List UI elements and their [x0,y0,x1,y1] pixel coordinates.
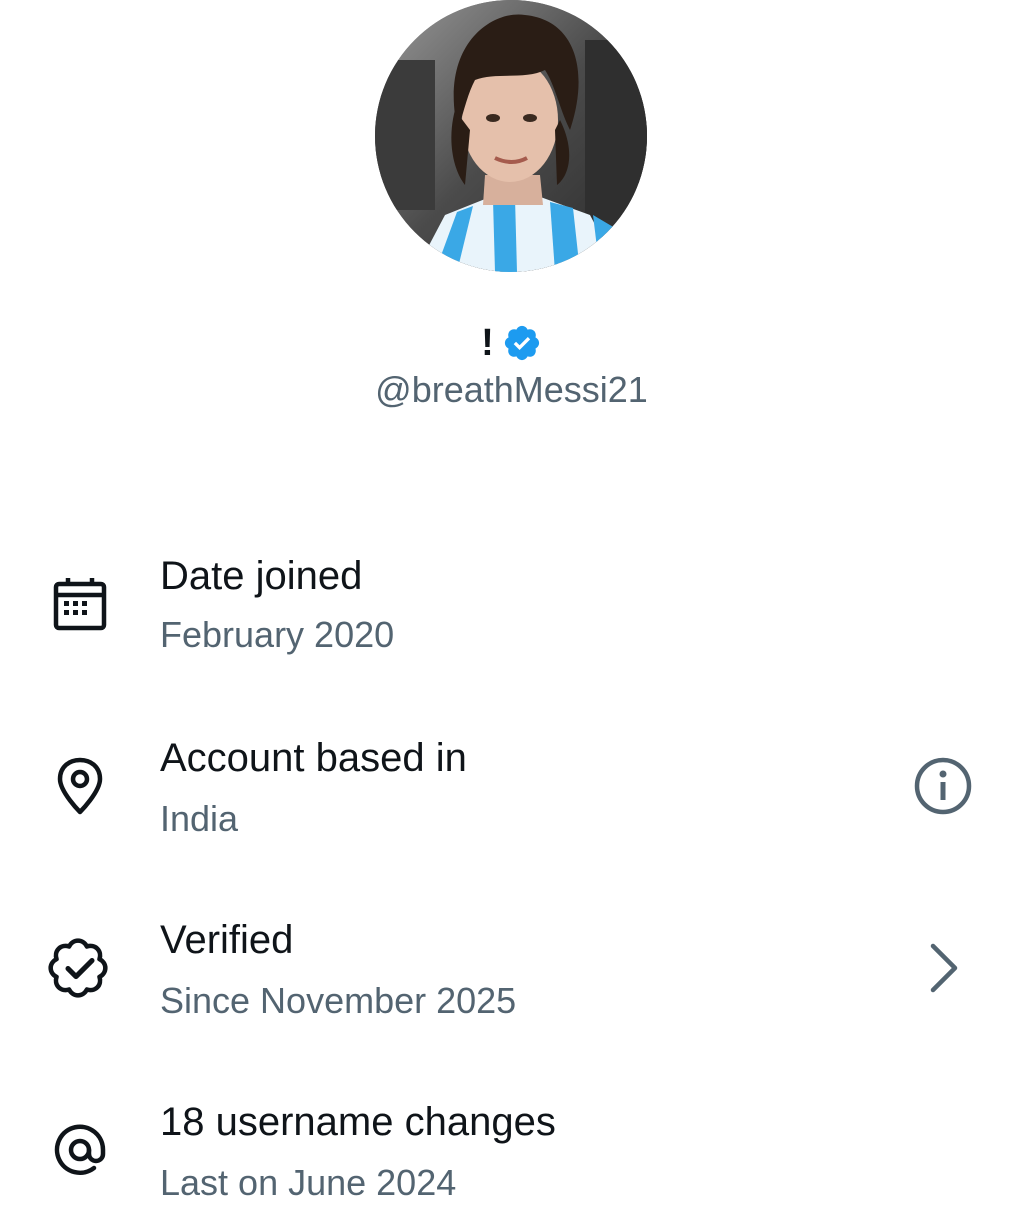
about-item-date-joined: Date joined February 2020 [0,540,1023,670]
about-item-subtitle: Since November 2025 [160,980,517,1021]
info-icon[interactable] [911,754,975,818]
about-item-verified[interactable]: Verified Since November 2025 [0,904,1023,1034]
at-sign-icon [48,1118,112,1182]
about-item-subtitle: India [160,798,239,839]
about-item-username-changes: 18 username changes Last on June 2024 [0,1086,1023,1216]
about-item-title: Verified [160,918,294,962]
about-item-title: Account based in [160,736,467,780]
username-handle: @breathMessi21 [375,369,648,410]
verified-badge-icon[interactable] [502,323,542,363]
about-item-account-based-in: Account based in India [0,722,1023,852]
chevron-right-icon[interactable] [911,936,975,1000]
location-pin-icon [48,754,112,818]
about-item-subtitle: Last on June 2024 [160,1162,457,1203]
about-item-subtitle: February 2020 [160,614,395,655]
name-row: ! [0,318,1023,368]
calendar-icon [48,572,112,636]
display-name: ! [481,322,494,364]
verified-outline-icon [48,936,112,1000]
avatar[interactable] [375,0,647,272]
about-item-title: Date joined [160,554,363,598]
profile-photo [375,0,647,272]
about-item-title: 18 username changes [160,1100,556,1144]
